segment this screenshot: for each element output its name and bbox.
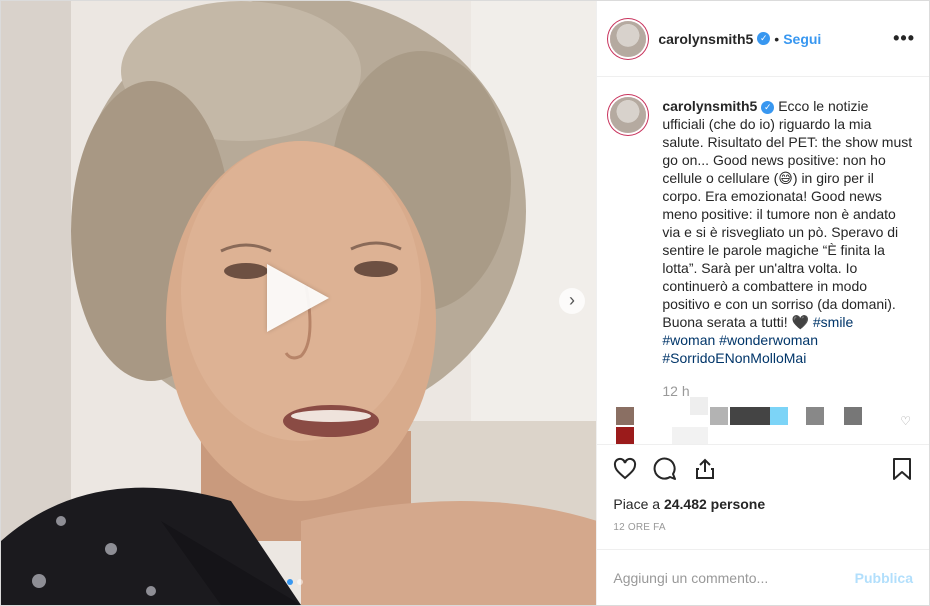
comment-bubble-icon[interactable] bbox=[653, 457, 677, 481]
bookmark-icon[interactable] bbox=[891, 457, 913, 481]
hashtag-link[interactable]: #SorridoENonMolloMai bbox=[662, 350, 806, 366]
comment-input[interactable] bbox=[613, 569, 855, 586]
hashtag-link[interactable]: #smile bbox=[813, 314, 853, 330]
caption: carolynsmith5 ✓ Ecco le notizie ufficiali… bbox=[662, 97, 913, 367]
likes-prefix: Piace a bbox=[613, 496, 661, 512]
pixelated-comment bbox=[610, 397, 910, 444]
add-comment-form: Pubblica bbox=[597, 549, 929, 605]
hashtag-link[interactable]: #woman bbox=[662, 332, 715, 348]
likes-number[interactable]: 24.482 bbox=[664, 496, 707, 512]
chevron-right-icon[interactable]: › bbox=[559, 288, 585, 314]
likes-suffix[interactable]: persone bbox=[711, 496, 765, 512]
follow-button[interactable]: Segui bbox=[783, 31, 821, 47]
publish-button[interactable]: Pubblica bbox=[855, 570, 913, 586]
header-username[interactable]: carolynsmith5 bbox=[658, 31, 753, 47]
comments-area: carolynsmith5 ✓ Ecco le notizie ufficiali… bbox=[597, 77, 929, 444]
post-header: carolynsmith5 ✓ • Segui ••• bbox=[597, 1, 929, 77]
share-icon[interactable] bbox=[693, 457, 717, 481]
action-bar bbox=[597, 444, 929, 492]
likes-count[interactable]: Piace a 24.482 persone bbox=[597, 496, 929, 512]
play-icon[interactable] bbox=[267, 264, 329, 332]
hashtag-link[interactable]: #wonderwoman bbox=[719, 332, 818, 348]
verified-badge-icon: ✓ bbox=[757, 32, 771, 45]
caption-username[interactable]: carolynsmith5 bbox=[662, 98, 757, 114]
more-options-icon[interactable]: ••• bbox=[893, 28, 915, 49]
carousel-dots bbox=[287, 579, 303, 585]
caption-avatar[interactable] bbox=[610, 97, 647, 133]
verified-badge-icon: ✓ bbox=[761, 100, 775, 114]
avatar[interactable] bbox=[610, 20, 647, 57]
carousel-dot bbox=[297, 579, 303, 585]
post-side-panel: carolynsmith5 ✓ • Segui ••• carolynsmith… bbox=[596, 1, 929, 605]
separator: • bbox=[774, 30, 780, 47]
comment-like-icon[interactable]: ♡ bbox=[900, 414, 911, 428]
video-media[interactable]: › bbox=[1, 1, 597, 605]
caption-text: Ecco le notizie ufficiali (che do io) ri… bbox=[662, 98, 913, 330]
instagram-post: › carolynsmith5 ✓ • Segui ••• carolynsmi… bbox=[0, 0, 930, 606]
carousel-dot-active bbox=[287, 579, 293, 585]
caption-row: carolynsmith5 ✓ Ecco le notizie ufficiali… bbox=[610, 97, 913, 367]
heart-icon[interactable] bbox=[613, 457, 637, 481]
post-date[interactable]: 12 ORE FA bbox=[597, 522, 929, 533]
